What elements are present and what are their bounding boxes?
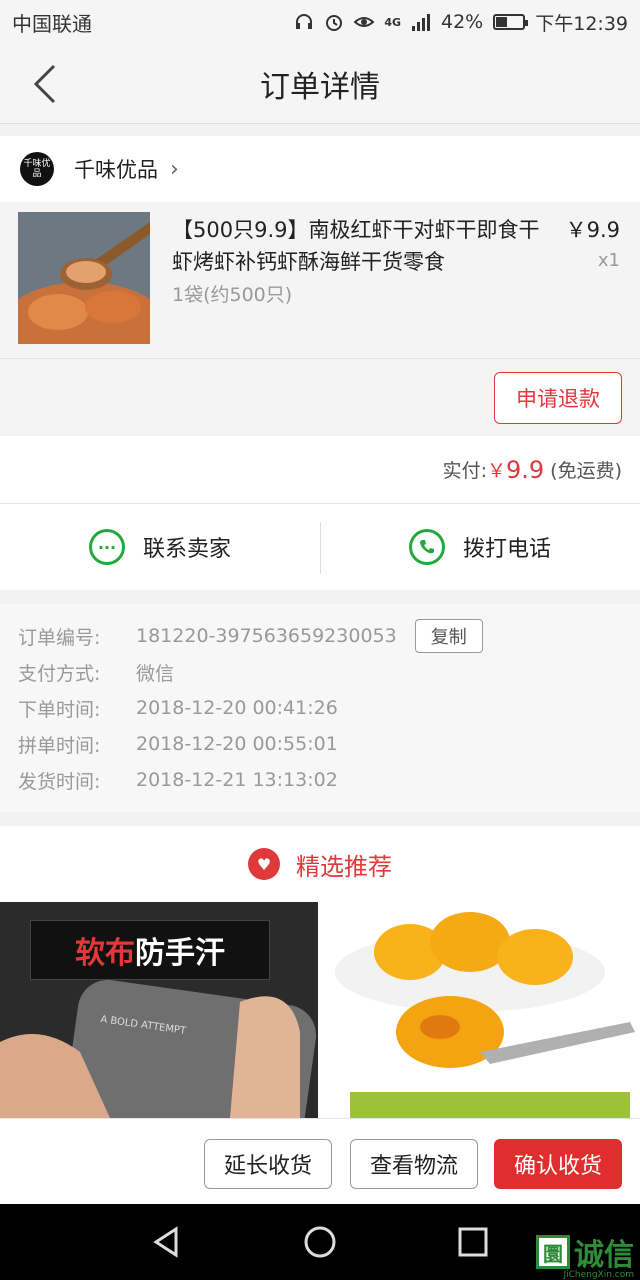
group-time-row: 拼单时间: 2018-12-20 00:55:01 [18, 726, 622, 762]
recommend-item-peaches[interactable] [330, 902, 640, 1118]
shop-link[interactable]: 千味优品 千味优品 › [0, 136, 640, 202]
heart-icon: ♥ [248, 848, 280, 880]
headphones-icon [296, 14, 313, 29]
product-quantity: x1 [597, 250, 620, 271]
shop-logo: 千味优品 [20, 152, 54, 186]
product-spec: 1袋(约500只) [172, 284, 293, 306]
order-number: 181220-397563659230053 [136, 625, 397, 647]
chevron-right-icon: › [170, 156, 179, 182]
shipping-note: (免运费) [550, 460, 622, 482]
payment-method-row: 支付方式: 微信 [18, 654, 622, 690]
extend-receipt-button[interactable]: 延长收货 [204, 1139, 332, 1189]
banner-highlight: 软布 [75, 936, 135, 971]
home-circle-icon[interactable] [303, 1225, 337, 1259]
system-nav-bar: 圜 诚信 JiChengXin.com [0, 1204, 640, 1280]
back-button[interactable] [26, 62, 66, 106]
phone-case-banner: 软布 防手汗 [30, 920, 270, 980]
copy-button[interactable]: 复制 [414, 619, 483, 653]
watermark-sub: JiChengXin.com [563, 1270, 634, 1280]
status-bar: 中国联通 4G 42% 下午12:39 [0, 0, 640, 44]
dried-shrimp-image [18, 212, 150, 344]
eye-icon [354, 17, 375, 27]
contact-row: ··· 联系卖家 拨打电话 [0, 504, 640, 590]
battery-level [496, 17, 508, 27]
ship-time-row: 发货时间: 2018-12-21 13:13:02 [18, 762, 622, 798]
canned-peach-image [330, 902, 640, 1118]
battery-percent: 42% [441, 11, 484, 33]
paid-currency: ￥ [486, 460, 506, 482]
status-icons: 4G 42% 下午12:39 [294, 9, 628, 36]
product-title: 【500只9.9】南极红虾干对虾干即食干虾烤虾补钙虾酥海鲜干货零食 [172, 218, 540, 274]
info-label: 订单编号: [18, 626, 101, 649]
recents-square-icon[interactable] [456, 1225, 490, 1259]
contact-seller-button[interactable]: ··· 联系卖家 [0, 504, 320, 590]
watermark: 圜 诚信 [536, 1230, 634, 1274]
signal-icon [412, 14, 430, 31]
chevron-left-icon [33, 64, 56, 104]
paid-amount: 9.9 [506, 455, 545, 484]
info-label: 发货时间: [18, 770, 101, 793]
back-triangle-icon[interactable] [150, 1225, 184, 1259]
product-price: ￥9.9 [565, 218, 620, 242]
payment-method: 微信 [136, 662, 175, 685]
shop-name: 千味优品 [74, 158, 158, 182]
phone-icon [408, 529, 445, 565]
product-item[interactable]: 【500只9.9】南极红虾干对虾干即食干虾烤虾补钙虾酥海鲜干货零食 1袋(约50… [0, 202, 640, 358]
refund-area: 申请退款 [0, 358, 640, 434]
group-time: 2018-12-20 00:55:01 [136, 733, 338, 755]
watermark-logo: 圜 [536, 1235, 570, 1269]
refund-button[interactable]: 申请退款 [494, 372, 622, 424]
paid-label: 实付: [442, 460, 487, 482]
battery-icon [493, 14, 529, 30]
action-bar: 延长收货 查看物流 确认收货 [0, 1118, 640, 1204]
contact-seller-label: 联系卖家 [142, 537, 231, 562]
recommend-grid: 软布 防手汗 A BOLD ATTEMPT [0, 902, 640, 1118]
ship-time: 2018-12-21 13:13:02 [136, 769, 338, 791]
banner-text: 防手汗 [135, 936, 225, 971]
recommend-item-phone-case[interactable]: 软布 防手汗 A BOLD ATTEMPT [0, 902, 318, 1118]
divider [320, 522, 321, 574]
recommend-title: 精选推荐 [296, 852, 392, 881]
order-time-row: 下单时间: 2018-12-20 00:41:26 [18, 690, 622, 726]
order-number-row: 订单编号: 181220-397563659230053 复制 [18, 618, 622, 654]
network-label: 4G [384, 15, 401, 29]
info-label: 拼单时间: [18, 734, 101, 757]
order-time: 2018-12-20 00:41:26 [136, 697, 338, 719]
clock: 下午12:39 [535, 12, 628, 35]
payment-summary: 实付: ￥ 9.9 (免运费) [0, 436, 640, 504]
product-image [18, 212, 150, 344]
nav-bar: 订单详情 [0, 44, 640, 124]
call-phone-label: 拨打电话 [462, 537, 551, 562]
carrier-label: 中国联通 [12, 11, 92, 36]
info-label: 下单时间: [18, 698, 101, 721]
call-phone-button[interactable]: 拨打电话 [320, 504, 640, 590]
watermark-text: 诚信 [574, 1238, 634, 1273]
track-logistics-button[interactable]: 查看物流 [350, 1139, 478, 1189]
info-label: 支付方式: [18, 662, 101, 685]
order-info: 订单编号: 181220-397563659230053 复制 支付方式: 微信… [0, 604, 640, 812]
chat-icon: ··· [88, 529, 125, 565]
alarm-icon [326, 15, 343, 31]
recommend-header: ♥ 精选推荐 [0, 826, 640, 902]
page-title: 订单详情 [260, 69, 380, 105]
confirm-receipt-button[interactable]: 确认收货 [494, 1139, 622, 1189]
